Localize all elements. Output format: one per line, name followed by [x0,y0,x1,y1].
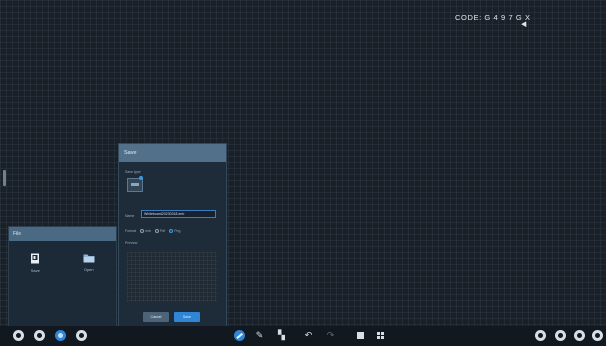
redo-icon[interactable]: ↷ [325,330,336,341]
side-drawer-handle[interactable] [3,170,6,186]
save-dialog: Save Save type Name Format enb Pdf Png P… [118,143,227,328]
file-panel-title: File [9,227,116,241]
file-icon[interactable] [55,330,66,341]
radio-icon [154,229,159,233]
file-name-input[interactable] [141,210,216,218]
undo-icon[interactable]: ↶ [303,330,314,341]
file-open-label: Open [83,267,94,272]
format-option-label: enb [145,229,151,233]
file-save-label: Save [30,268,40,273]
save-type-label: Save type [125,170,141,174]
format-row: Format enb Pdf Png [125,229,180,233]
preview-area [127,252,217,302]
board-thumbnail[interactable] [127,178,143,192]
format-option-pdf[interactable]: Pdf [154,229,166,233]
board-code: CODE: G 4 9 7 G X [455,13,531,22]
name-label: Name [125,214,135,218]
radio-checked-icon [169,229,174,233]
page-icon[interactable] [357,332,364,339]
format-option-enb[interactable]: enb [140,229,151,233]
save-dialog-title: Save [119,144,226,162]
file-save-button[interactable]: Save [30,253,40,273]
selected-check-icon [139,176,143,180]
eraser-icon[interactable]: ▚ [276,330,287,341]
compass-icon[interactable] [76,330,87,341]
home-icon[interactable] [13,330,24,341]
save-button[interactable]: Save [174,312,200,322]
file-panel: File Save Open [8,226,117,328]
pen-icon[interactable] [234,330,245,341]
menu-icon[interactable] [535,330,546,341]
save-file-icon [31,253,40,264]
format-option-label: Png [174,229,181,233]
theme-icon[interactable] [555,330,566,341]
share-icon[interactable] [574,330,585,341]
file-open-button[interactable]: Open [83,253,95,273]
grid-icon[interactable] [377,332,384,339]
highlighter-icon[interactable]: ✎ [254,330,265,341]
settings-icon[interactable] [34,330,45,341]
format-option-png[interactable]: Png [169,229,180,233]
power-icon[interactable] [592,330,603,341]
format-option-label: Pdf [159,229,166,233]
format-label: Format [125,229,137,233]
bottom-toolbar: ✎ ▚ ↶ ↷ [0,326,606,346]
cancel-button[interactable]: Cancel [143,312,169,322]
folder-icon [83,254,95,263]
preview-label: Preview [125,241,138,245]
radio-icon [140,229,145,233]
